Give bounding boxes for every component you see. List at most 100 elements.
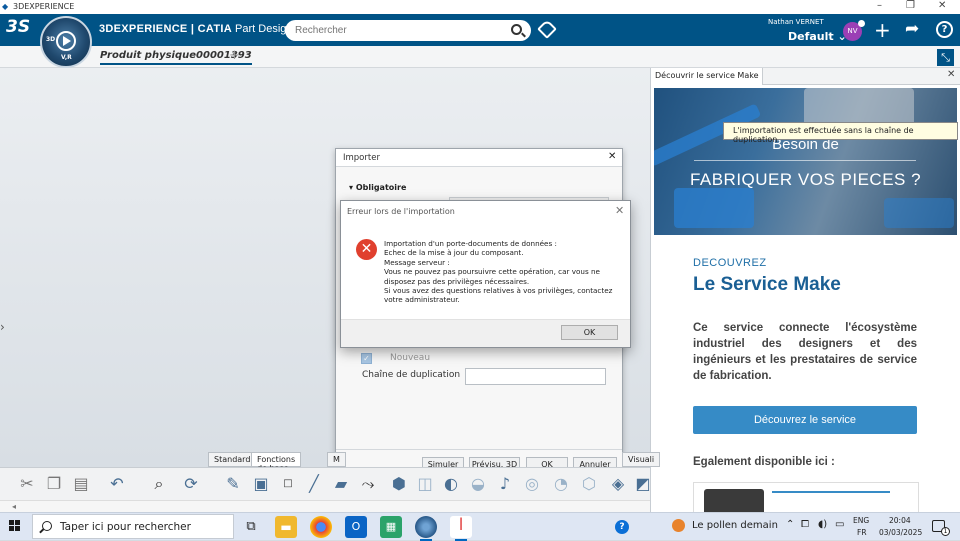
weather-icon[interactable] bbox=[672, 519, 685, 532]
chamfer-icon[interactable]: ⬡ bbox=[578, 473, 600, 495]
paste-icon[interactable]: ▤ bbox=[70, 473, 92, 495]
point-icon[interactable]: □ bbox=[277, 473, 299, 495]
thumbnail-line bbox=[772, 491, 890, 493]
help-icon[interactable]: ? bbox=[936, 21, 953, 38]
section-obligatoire[interactable]: ▾ Obligatoire bbox=[349, 183, 406, 192]
plane-icon[interactable]: ▰ bbox=[330, 473, 352, 495]
dassault-logo-icon[interactable]: 3S bbox=[6, 17, 30, 37]
outlook-icon[interactable]: O bbox=[345, 516, 367, 538]
brand-role: Part Design bbox=[231, 23, 293, 35]
shell-icon[interactable]: ◈ bbox=[607, 473, 629, 495]
restore-icon[interactable]: ❐ bbox=[906, 0, 915, 11]
service-description: Ce service connecte l'écosystème industr… bbox=[693, 322, 917, 382]
app-icon: ◆ bbox=[2, 2, 9, 11]
share-icon[interactable]: ➦ bbox=[905, 19, 919, 39]
error-icon: ✕ bbox=[356, 239, 377, 260]
taskbar-search[interactable]: Taper ici pour rechercher bbox=[32, 514, 234, 539]
catia-taskbar-icon[interactable]: ꟾ bbox=[450, 516, 472, 541]
help-icon[interactable]: ? bbox=[615, 520, 629, 534]
taskbar-search-text: Taper ici pour rechercher bbox=[60, 521, 191, 533]
banner-shape bbox=[674, 188, 754, 228]
scroll-left-icon[interactable]: ◂ bbox=[12, 502, 16, 511]
search-input[interactable] bbox=[295, 23, 505, 38]
fillet-icon[interactable]: ◔ bbox=[550, 473, 572, 495]
workspace-selector[interactable]: Default ⌄ bbox=[788, 30, 847, 43]
expand-tree-icon[interactable]: › bbox=[0, 320, 5, 334]
notification-icon[interactable]: 1 bbox=[932, 520, 950, 536]
language-bottom[interactable]: FR bbox=[857, 528, 867, 537]
avatar-initials: NV bbox=[847, 27, 858, 35]
compass-widget[interactable]: 3D V,R bbox=[40, 16, 92, 68]
workspace-label: Default bbox=[788, 30, 834, 43]
duplication-input[interactable] bbox=[465, 368, 606, 385]
clock-time[interactable]: 20:04 bbox=[889, 516, 911, 525]
close-icon[interactable]: ✕ bbox=[947, 69, 955, 80]
groove-icon[interactable]: ◒ bbox=[467, 473, 489, 495]
task-view-icon[interactable]: ⧉ bbox=[240, 516, 262, 538]
3dexperience-taskbar-icon[interactable] bbox=[415, 516, 437, 541]
shaft-icon[interactable]: ◐ bbox=[440, 473, 462, 495]
make-service-panel: Découvrir le service Make ✕ Besoin de FA… bbox=[650, 68, 960, 513]
brand-app: | CATIA bbox=[187, 23, 232, 35]
app-header: 3S 3DEXPERIENCE | CATIA Part Design Nath… bbox=[0, 14, 960, 46]
avatar[interactable]: NV bbox=[843, 20, 865, 41]
section-kicker: DECOUVREZ bbox=[693, 257, 767, 269]
search-icon bbox=[42, 521, 52, 531]
file-explorer-icon[interactable]: ▬ bbox=[275, 516, 297, 538]
minimize-icon[interactable]: – bbox=[877, 0, 882, 11]
nouveau-checkbox[interactable]: ✓ bbox=[361, 353, 372, 364]
window-title: 3DEXPERIENCE bbox=[13, 2, 75, 11]
window-titlebar: ◆ 3DEXPERIENCE – ❐ ✕ bbox=[0, 0, 960, 14]
draft-icon[interactable]: ◩ bbox=[632, 473, 654, 495]
tab-m[interactable]: M bbox=[327, 452, 346, 467]
error-message: Importation d'un porte-documents de donn… bbox=[384, 239, 613, 305]
volume-icon[interactable]: ◖) bbox=[818, 519, 827, 530]
also-available-label: Egalement disponible ici : bbox=[693, 456, 835, 468]
error-title: Erreur lors de l'importation bbox=[347, 207, 455, 216]
language-top[interactable]: ENG bbox=[853, 516, 869, 525]
ok-button[interactable]: OK bbox=[561, 325, 618, 340]
clock-date[interactable]: 03/03/2025 bbox=[879, 528, 922, 537]
store-app-icon[interactable]: ▦ bbox=[380, 516, 402, 538]
battery-icon[interactable]: ▭ bbox=[835, 519, 844, 530]
axis-icon[interactable]: ⤳ bbox=[357, 473, 379, 495]
tab-make-service[interactable]: Découvrir le service Make bbox=[651, 68, 764, 85]
tag-icon[interactable] bbox=[537, 19, 557, 39]
cut-icon[interactable]: ✂ bbox=[16, 473, 38, 495]
search-icon[interactable] bbox=[511, 24, 522, 35]
close-icon[interactable]: ✕ bbox=[615, 204, 624, 217]
close-icon[interactable]: ✕ bbox=[608, 151, 616, 162]
copy-icon[interactable]: ❐ bbox=[43, 473, 65, 495]
discover-service-button[interactable]: Découvrez le service bbox=[693, 406, 917, 434]
windows-start-icon[interactable] bbox=[9, 520, 21, 532]
sketch-icon[interactable]: ✎ bbox=[222, 473, 244, 495]
zoom-icon[interactable]: ⌕ bbox=[148, 473, 170, 495]
banner-line-2: FABRIQUER VOS PIECES ? bbox=[689, 170, 922, 189]
chrome-icon[interactable] bbox=[310, 516, 332, 538]
add-tab-button[interactable]: + bbox=[229, 48, 240, 63]
pocket-icon[interactable]: ◫ bbox=[414, 473, 436, 495]
network-icon[interactable]: ⧠ bbox=[801, 519, 809, 530]
tab-fonctions-de-base[interactable]: Fonctions de base bbox=[251, 452, 302, 473]
play-icon[interactable] bbox=[56, 31, 76, 51]
rib-icon[interactable]: ♪ bbox=[494, 473, 516, 495]
toolbar-scrollbar[interactable]: ◂ bbox=[0, 500, 650, 512]
notification-count: 1 bbox=[941, 527, 950, 536]
app-brand: 3DEXPERIENCE | CATIA Part Design bbox=[99, 23, 293, 35]
hole-icon[interactable]: ◎ bbox=[521, 473, 543, 495]
pad-icon[interactable]: ⬢ bbox=[388, 473, 410, 495]
compass-3d-label: 3D bbox=[46, 36, 56, 43]
add-icon[interactable]: + bbox=[874, 20, 891, 40]
undo-icon[interactable]: ↶ bbox=[106, 473, 128, 495]
tab-visualisation[interactable]: Visuali bbox=[622, 452, 661, 467]
line-icon[interactable]: ╱ bbox=[303, 473, 325, 495]
printer-icon bbox=[704, 489, 764, 513]
tab-standard[interactable]: Standard bbox=[208, 452, 257, 467]
close-window-icon[interactable]: ✕ bbox=[938, 0, 946, 11]
expand-icon[interactable]: ⤡ bbox=[937, 49, 954, 66]
weather-text[interactable]: Le pollen demain bbox=[692, 520, 778, 531]
rotate-icon[interactable]: ⟳ bbox=[180, 473, 202, 495]
chevron-up-icon[interactable]: ⌃ bbox=[786, 519, 794, 530]
search-box[interactable] bbox=[285, 20, 531, 41]
box-icon[interactable]: ▣ bbox=[250, 473, 272, 495]
